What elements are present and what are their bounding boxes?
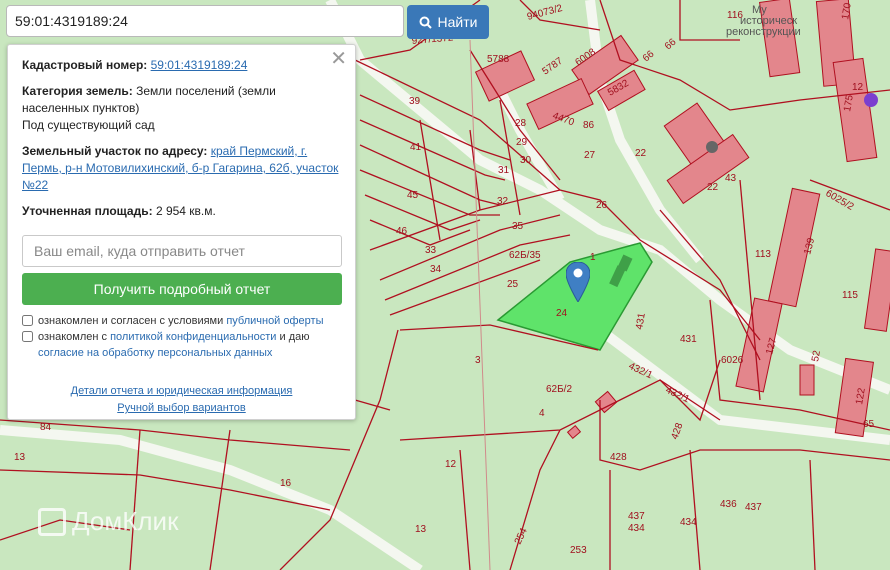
- offer-link[interactable]: публичной оферты: [226, 315, 323, 327]
- svg-text:16: 16: [280, 478, 292, 489]
- svg-text:41: 41: [410, 142, 422, 153]
- personal-data-link[interactable]: согласие на обработку персональных данны…: [38, 347, 272, 359]
- location-pin-icon[interactable]: [566, 262, 590, 302]
- svg-text:12: 12: [445, 459, 457, 470]
- svg-text:3: 3: [475, 355, 481, 366]
- svg-text:13: 13: [415, 524, 427, 535]
- svg-text:86: 86: [583, 120, 595, 131]
- search-input[interactable]: [6, 5, 404, 37]
- svg-text:436: 436: [720, 499, 737, 510]
- svg-text:26: 26: [596, 200, 608, 211]
- search-icon: [419, 16, 432, 29]
- svg-text:34: 34: [430, 264, 442, 275]
- details-link[interactable]: Детали отчета и юридическая информация: [22, 383, 341, 400]
- svg-text:431: 431: [680, 334, 697, 345]
- svg-text:437: 437: [628, 511, 645, 522]
- svg-text:13: 13: [14, 452, 26, 463]
- address-row: Земельный участок по адресу: край Пермск…: [22, 143, 341, 194]
- svg-text:22: 22: [707, 182, 719, 193]
- svg-text:28: 28: [515, 118, 527, 129]
- search-bar: Найти: [6, 5, 489, 39]
- svg-text:434: 434: [680, 517, 697, 528]
- svg-text:5788: 5788: [487, 54, 510, 65]
- cadastral-row: Кадастровый номер: 59:01:4319189:24: [22, 57, 341, 74]
- svg-text:12: 12: [852, 82, 864, 93]
- svg-text:1: 1: [590, 252, 596, 263]
- cadastral-number-link[interactable]: 59:01:4319189:24: [151, 58, 248, 72]
- svg-text:реконструкции: реконструкции: [726, 26, 801, 38]
- parcel-info-panel: ✕ Кадастровый номер: 59:01:4319189:24 Ка…: [7, 44, 356, 420]
- offer-checkbox[interactable]: [22, 315, 33, 326]
- area-label: Уточненная площадь:: [22, 204, 153, 218]
- poi-marker-icon[interactable]: [706, 141, 718, 153]
- svg-text:30: 30: [520, 155, 532, 166]
- svg-text:29: 29: [516, 137, 528, 148]
- cadastral-label: Кадастровый номер:: [22, 58, 148, 72]
- watermark: ДомКлик: [38, 506, 178, 537]
- svg-text:4: 4: [539, 408, 545, 419]
- watermark-logo-icon: [38, 507, 66, 536]
- privacy-consent: ознакомлен с политикой конфиденциальност…: [22, 329, 341, 361]
- svg-text:27: 27: [584, 150, 596, 161]
- search-button-label: Найти: [437, 14, 478, 30]
- close-icon[interactable]: ✕: [330, 49, 347, 69]
- svg-text:434: 434: [628, 523, 645, 534]
- svg-text:33: 33: [425, 245, 437, 256]
- svg-text:32: 32: [497, 196, 509, 207]
- svg-text:113: 113: [755, 249, 771, 260]
- svg-text:84: 84: [40, 422, 52, 433]
- svg-text:45: 45: [407, 190, 419, 201]
- manual-selection-link[interactable]: Ручной выбор вариантов: [22, 400, 341, 417]
- privacy-checkbox[interactable]: [22, 331, 33, 342]
- svg-text:253: 253: [570, 545, 587, 556]
- privacy-link[interactable]: политикой конфиденциальности: [110, 331, 276, 343]
- svg-text:62Б/2: 62Б/2: [546, 384, 572, 395]
- category-label: Категория земель:: [22, 84, 133, 98]
- offer-consent: ознакомлен и согласен с условиями публич…: [22, 313, 341, 329]
- svg-text:65: 65: [863, 419, 875, 430]
- search-button[interactable]: Найти: [407, 5, 489, 39]
- bottom-links: Детали отчета и юридическая информация Р…: [22, 383, 341, 417]
- svg-text:25: 25: [507, 279, 519, 290]
- area-value: 2 954 кв.м.: [155, 204, 216, 218]
- svg-text:43: 43: [725, 173, 737, 184]
- svg-text:115: 115: [842, 290, 858, 301]
- poi-icon[interactable]: [864, 93, 878, 107]
- svg-text:6026: 6026: [721, 355, 744, 366]
- svg-text:22: 22: [635, 148, 647, 159]
- svg-text:46: 46: [396, 226, 408, 237]
- area-row: Уточненная площадь: 2 954 кв.м.: [22, 203, 341, 220]
- usage-text: Под существующий сад: [22, 118, 155, 132]
- svg-text:24: 24: [556, 308, 568, 319]
- svg-text:428: 428: [610, 452, 627, 463]
- get-report-button[interactable]: Получить подробный отчет: [22, 273, 342, 305]
- svg-text:62Б/35: 62Б/35: [509, 250, 541, 261]
- address-label: Земельный участок по адресу:: [22, 144, 208, 158]
- svg-text:39: 39: [409, 96, 421, 107]
- svg-text:31: 31: [498, 165, 510, 176]
- email-field[interactable]: [22, 235, 342, 267]
- svg-text:437: 437: [745, 502, 762, 513]
- svg-text:35: 35: [512, 221, 524, 232]
- category-row: Категория земель: Земли поселений (земли…: [22, 83, 341, 117]
